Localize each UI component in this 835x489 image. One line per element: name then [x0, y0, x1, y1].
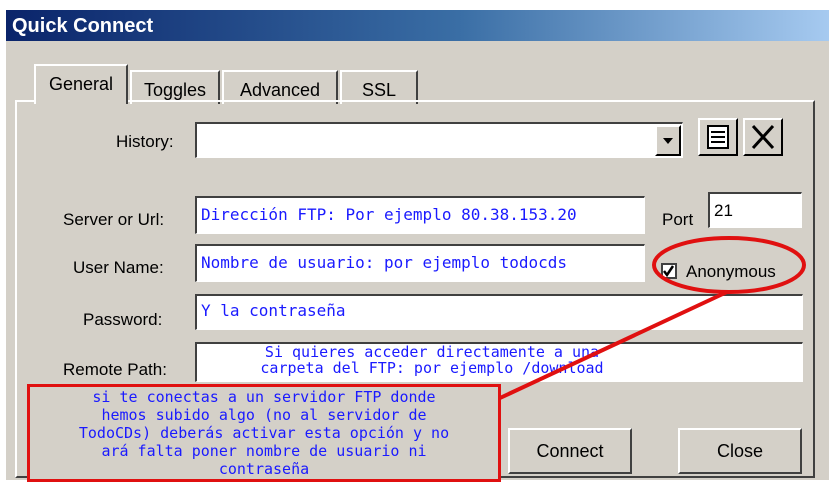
anonymous-checkbox[interactable] — [661, 263, 677, 279]
history-label: History: — [116, 132, 174, 151]
history-list-button[interactable] — [698, 118, 738, 156]
chevron-down-icon — [663, 138, 673, 144]
remote-path-line2: carpeta del FTP: por ejemplo /download — [260, 359, 604, 377]
clear-history-button[interactable] — [743, 118, 783, 156]
server-value: Dirección FTP: Por ejemplo 80.38.153.20 — [201, 205, 577, 224]
username-value: Nombre de usuario: por ejemplo todocds — [201, 253, 568, 272]
close-icon — [751, 124, 775, 150]
username-input[interactable]: Nombre de usuario: por ejemplo todocds — [195, 244, 645, 282]
password-label: Password: — [83, 310, 163, 329]
remote-path-label: Remote Path: — [63, 360, 167, 379]
checkmark-icon — [663, 265, 675, 278]
annotation-line-5: contraseña — [218, 460, 310, 478]
tab-toggles-label: Toggles — [143, 80, 207, 100]
tab-toggles[interactable]: Toggles — [130, 70, 220, 104]
annotation-line-2: hemos subido algo (no al servidor de — [101, 406, 427, 424]
history-combobox[interactable] — [195, 122, 683, 158]
anonymous-label: Anonymous — [686, 262, 776, 281]
history-dropdown-button[interactable] — [655, 125, 681, 156]
tab-ssl[interactable]: SSL — [340, 70, 418, 104]
port-input[interactable]: 21 — [708, 192, 802, 228]
tab-general[interactable]: General — [34, 64, 128, 104]
password-input[interactable]: Y la contraseña — [195, 294, 803, 330]
port-value: 21 — [714, 201, 733, 220]
port-label: Port — [662, 210, 694, 229]
close-button[interactable]: Close — [678, 428, 802, 474]
list-icon — [707, 125, 729, 149]
annotation-line-4: ará falta poner nombre de usuario ni — [101, 442, 427, 460]
password-value: Y la contraseña — [201, 301, 346, 320]
server-input[interactable]: Dirección FTP: Por ejemplo 80.38.153.20 — [195, 196, 645, 234]
annotation-box: si te conectas a un servidor FTP donde h… — [27, 384, 501, 482]
tab-advanced[interactable]: Advanced — [222, 70, 338, 104]
annotation-line-3: TodoCDs) deberás activar esta opción y n… — [78, 424, 450, 442]
username-label: User Name: — [73, 258, 164, 277]
tab-advanced-label: Advanced — [239, 80, 321, 100]
server-label: Server or Url: — [63, 210, 165, 229]
tab-general-label: General — [48, 74, 114, 94]
title-bar: Quick Connect — [6, 10, 829, 41]
window-title: Quick Connect — [12, 15, 154, 37]
connect-button[interactable]: Connect — [508, 428, 632, 474]
annotation-line-1: si te conectas a un servidor FTP donde — [92, 388, 436, 406]
tab-ssl-label: SSL — [361, 80, 397, 100]
remote-path-line1: Si quieres acceder directamente a una — [264, 343, 600, 361]
remote-path-input[interactable]: Si quieres acceder directamente a una ca… — [195, 342, 803, 382]
